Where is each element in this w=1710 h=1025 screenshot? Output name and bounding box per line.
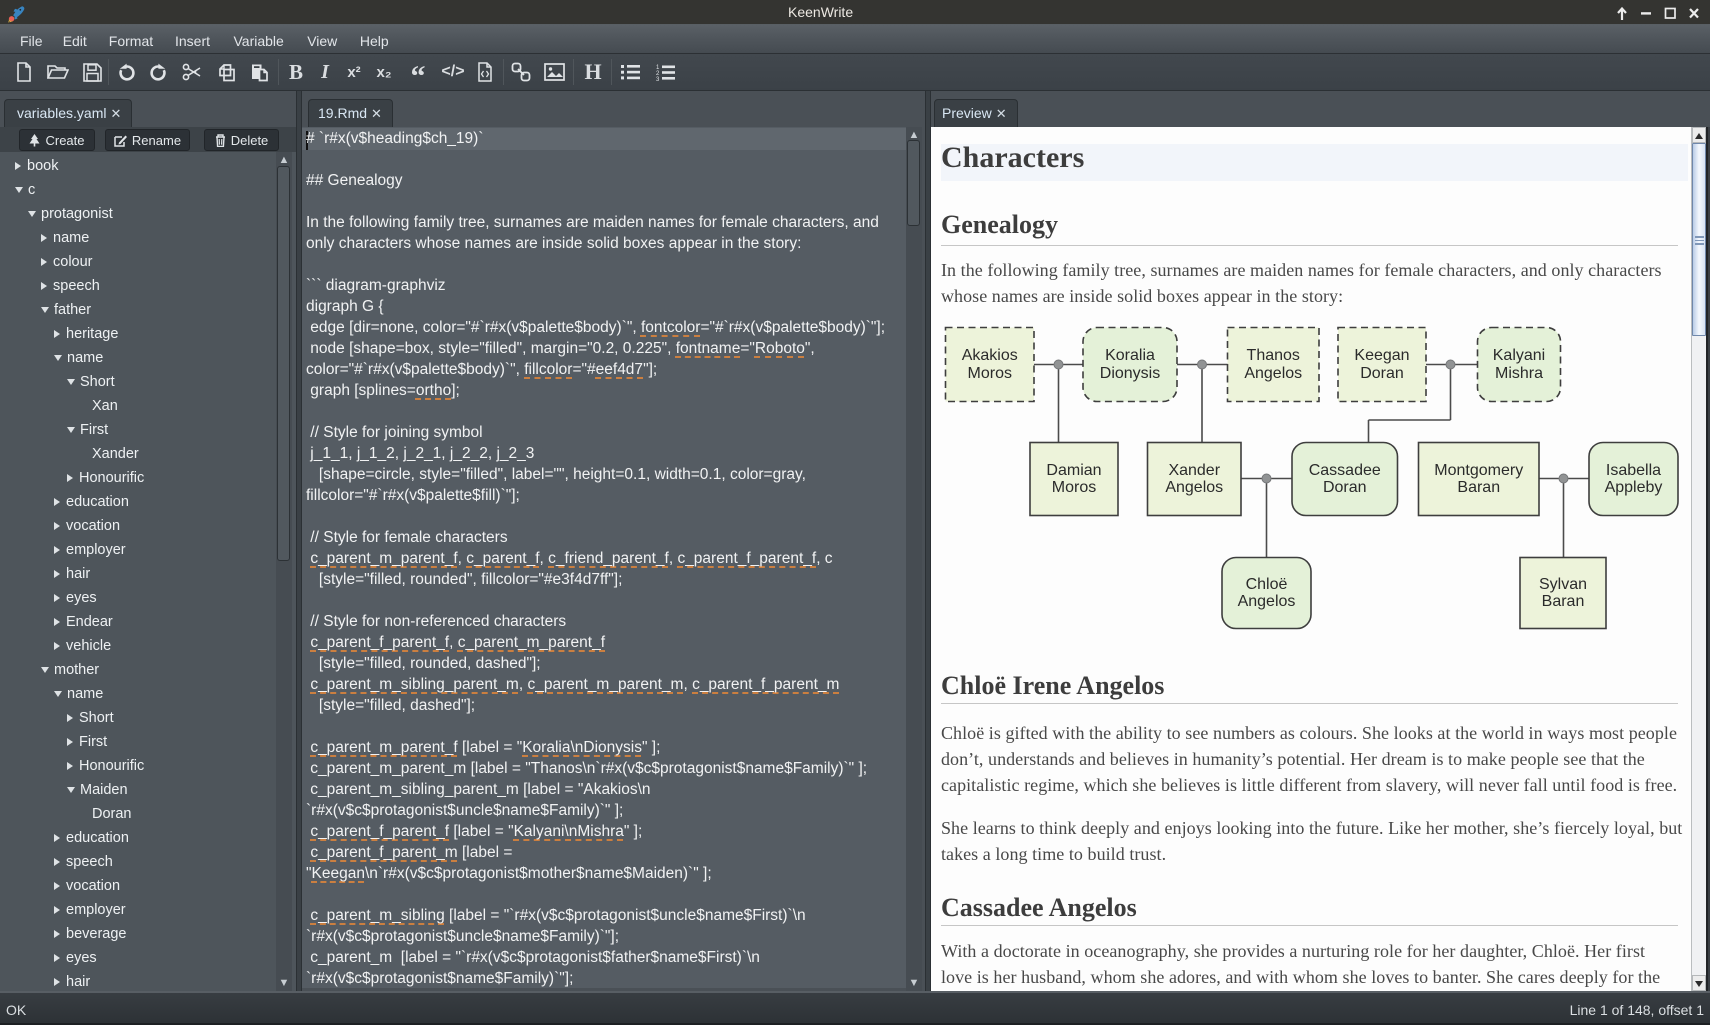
svg-text:3: 3 (656, 77, 660, 81)
